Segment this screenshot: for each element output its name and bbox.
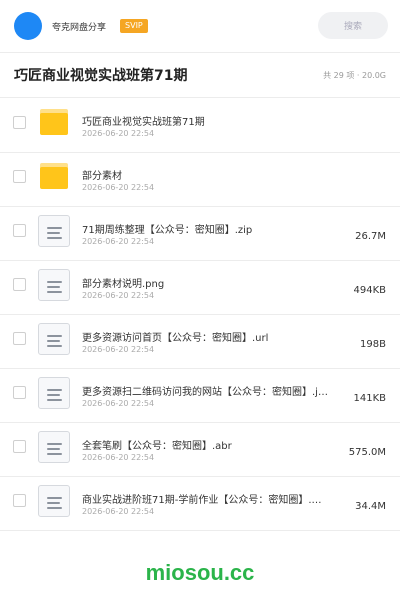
- file-name: 部分素材说明.png: [82, 279, 165, 290]
- select-checkbox[interactable]: [13, 116, 26, 129]
- file-date: 2026-06-20 22:54: [82, 345, 155, 354]
- file-date: 2026-06-20 22:54: [82, 453, 155, 462]
- select-checkbox[interactable]: [13, 224, 26, 237]
- file-name: 全套笔刷【公众号：密知圈】.abr: [82, 441, 232, 452]
- file-row[interactable]: 部分素材 2026-06-20 22:54: [0, 153, 400, 207]
- file-list: 巧匠商业视觉实战班第71期 2026-06-20 22:54 部分素材 2026…: [0, 99, 400, 531]
- select-checkbox[interactable]: [13, 440, 26, 453]
- select-checkbox[interactable]: [13, 170, 26, 183]
- avatar[interactable]: [14, 12, 42, 40]
- select-checkbox[interactable]: [13, 332, 26, 345]
- file-size: 494KB: [353, 285, 386, 296]
- file-date: 2026-06-20 22:54: [82, 399, 155, 408]
- file-name: 商业实战进阶班71期-学前作业【公众号：密知圈】.…: [82, 495, 322, 506]
- document-icon: [38, 215, 70, 247]
- document-icon: [38, 431, 70, 463]
- select-checkbox[interactable]: [13, 386, 26, 399]
- file-date: 2026-06-20 22:54: [82, 129, 155, 138]
- file-row[interactable]: 商业实战进阶班71期-学前作业【公众号：密知圈】.… 2026-06-20 22…: [0, 477, 400, 531]
- file-size: 141KB: [353, 393, 386, 404]
- file-name: 71期周练整理【公众号：密知圈】.zip: [82, 225, 253, 236]
- file-name: 巧匠商业视觉实战班第71期: [82, 117, 205, 128]
- file-name: 部分素材: [82, 171, 122, 182]
- file-size: 575.0M: [348, 447, 386, 458]
- file-row[interactable]: 巧匠商业视觉实战班第71期 2026-06-20 22:54: [0, 99, 400, 153]
- file-row[interactable]: 更多资源访问首页【公众号：密知圈】.url 2026-06-20 22:54 1…: [0, 315, 400, 369]
- select-checkbox[interactable]: [13, 278, 26, 291]
- document-icon: [38, 323, 70, 355]
- file-row[interactable]: 更多资源扫二维码访问我的网站【公众号：密知圈】.j… 2026-06-20 22…: [0, 369, 400, 423]
- search-label: 搜索: [343, 22, 362, 32]
- file-date: 2026-06-20 22:54: [82, 237, 155, 246]
- file-row[interactable]: 部分素材说明.png 2026-06-20 22:54 494KB: [0, 261, 400, 315]
- file-row[interactable]: 71期周练整理【公众号：密知圈】.zip 2026-06-20 22:54 26…: [0, 207, 400, 261]
- file-row[interactable]: 全套笔刷【公众号：密知圈】.abr 2026-06-20 22:54 575.0…: [0, 423, 400, 477]
- title-bar: 巧匠商业视觉实战班第71期 共 29 项 · 20.0G: [0, 52, 400, 98]
- file-date: 2026-06-20 22:54: [82, 183, 155, 192]
- folder-icon: [38, 161, 70, 193]
- folder-icon: [38, 107, 70, 139]
- document-icon: [38, 485, 70, 517]
- page-title: 巧匠商业视觉实战班第71期: [14, 68, 188, 84]
- username: 夸克网盘分享: [52, 22, 107, 33]
- file-size: 34.4M: [355, 501, 386, 512]
- search-button[interactable]: 搜索: [318, 12, 388, 39]
- watermark: miosou.cc: [145, 560, 255, 585]
- file-date: 2026-06-20 22:54: [82, 507, 155, 516]
- document-icon: [38, 269, 70, 301]
- svip-badge: SVIP: [120, 19, 148, 33]
- file-size: 26.7M: [355, 231, 386, 242]
- file-size: 198B: [360, 339, 386, 350]
- file-date: 2026-06-20 22:54: [82, 291, 155, 300]
- item-count-meta: 共 29 项 · 20.0G: [323, 70, 386, 80]
- header: 夸克网盘分享 SVIP 搜索: [0, 0, 400, 52]
- select-checkbox[interactable]: [13, 494, 26, 507]
- file-name: 更多资源访问首页【公众号：密知圈】.url: [82, 333, 269, 344]
- file-name: 更多资源扫二维码访问我的网站【公众号：密知圈】.j…: [82, 387, 328, 398]
- document-icon: [38, 377, 70, 409]
